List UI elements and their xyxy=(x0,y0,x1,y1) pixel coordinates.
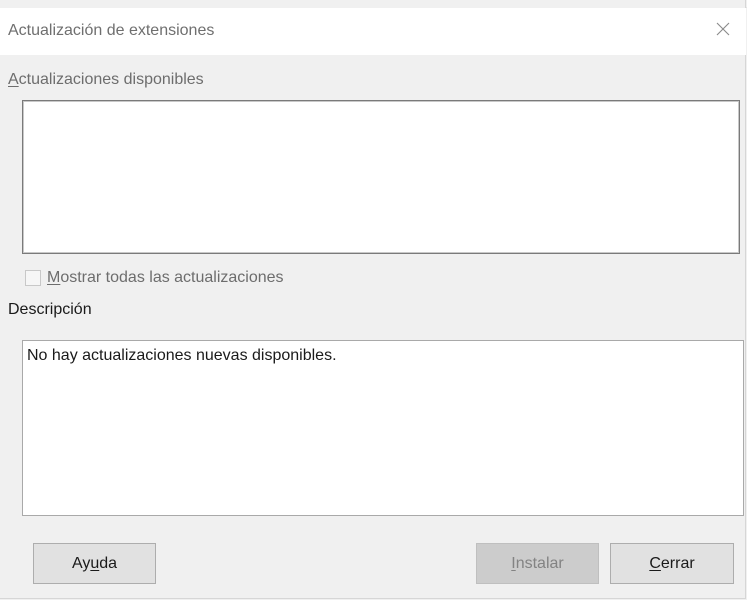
install-button[interactable]: Instalar xyxy=(476,543,599,584)
extension-update-dialog: Actualización de extensiones Actualizaci… xyxy=(0,0,746,599)
available-updates-mnemonic: A xyxy=(8,71,19,88)
close-window-button[interactable] xyxy=(700,8,746,55)
install-label-text: nstalar xyxy=(515,554,564,572)
help-label-mnemonic: u xyxy=(90,554,100,572)
description-label: Descripción xyxy=(8,301,92,318)
help-label-pre: Ay xyxy=(71,554,91,572)
show-all-updates-checkbox[interactable] xyxy=(25,270,41,286)
show-all-updates-mnemonic: M xyxy=(47,269,61,286)
install-button-label: Instalar xyxy=(511,555,563,573)
available-updates-label: Actualizaciones disponibles xyxy=(8,71,204,89)
close-icon xyxy=(715,21,731,42)
help-label-post: da xyxy=(99,554,118,572)
help-button[interactable]: Ayuda xyxy=(33,543,156,584)
title-bar[interactable]: Actualización de extensiones xyxy=(0,8,746,55)
close-button-label: Cerrar xyxy=(649,555,694,573)
show-all-updates-option: Mostrar todas las actualizaciones xyxy=(25,268,284,288)
show-all-updates-label: Mostrar todas las actualizaciones xyxy=(47,269,284,287)
available-updates-label-text: ctualizaciones disponibles xyxy=(18,71,204,88)
close-label-mnemonic: C xyxy=(649,554,661,572)
available-updates-list[interactable] xyxy=(22,100,740,254)
description-box[interactable]: No hay actualizaciones nuevas disponible… xyxy=(22,340,744,516)
close-label-text: errar xyxy=(660,554,695,572)
description-text: No hay actualizaciones nuevas disponible… xyxy=(27,347,337,364)
close-button[interactable]: Cerrar xyxy=(610,543,734,584)
help-button-label: Ayuda xyxy=(72,555,117,573)
show-all-updates-label-text: ostrar todas las actualizaciones xyxy=(60,269,284,286)
window-title: Actualización de extensiones xyxy=(8,22,215,39)
